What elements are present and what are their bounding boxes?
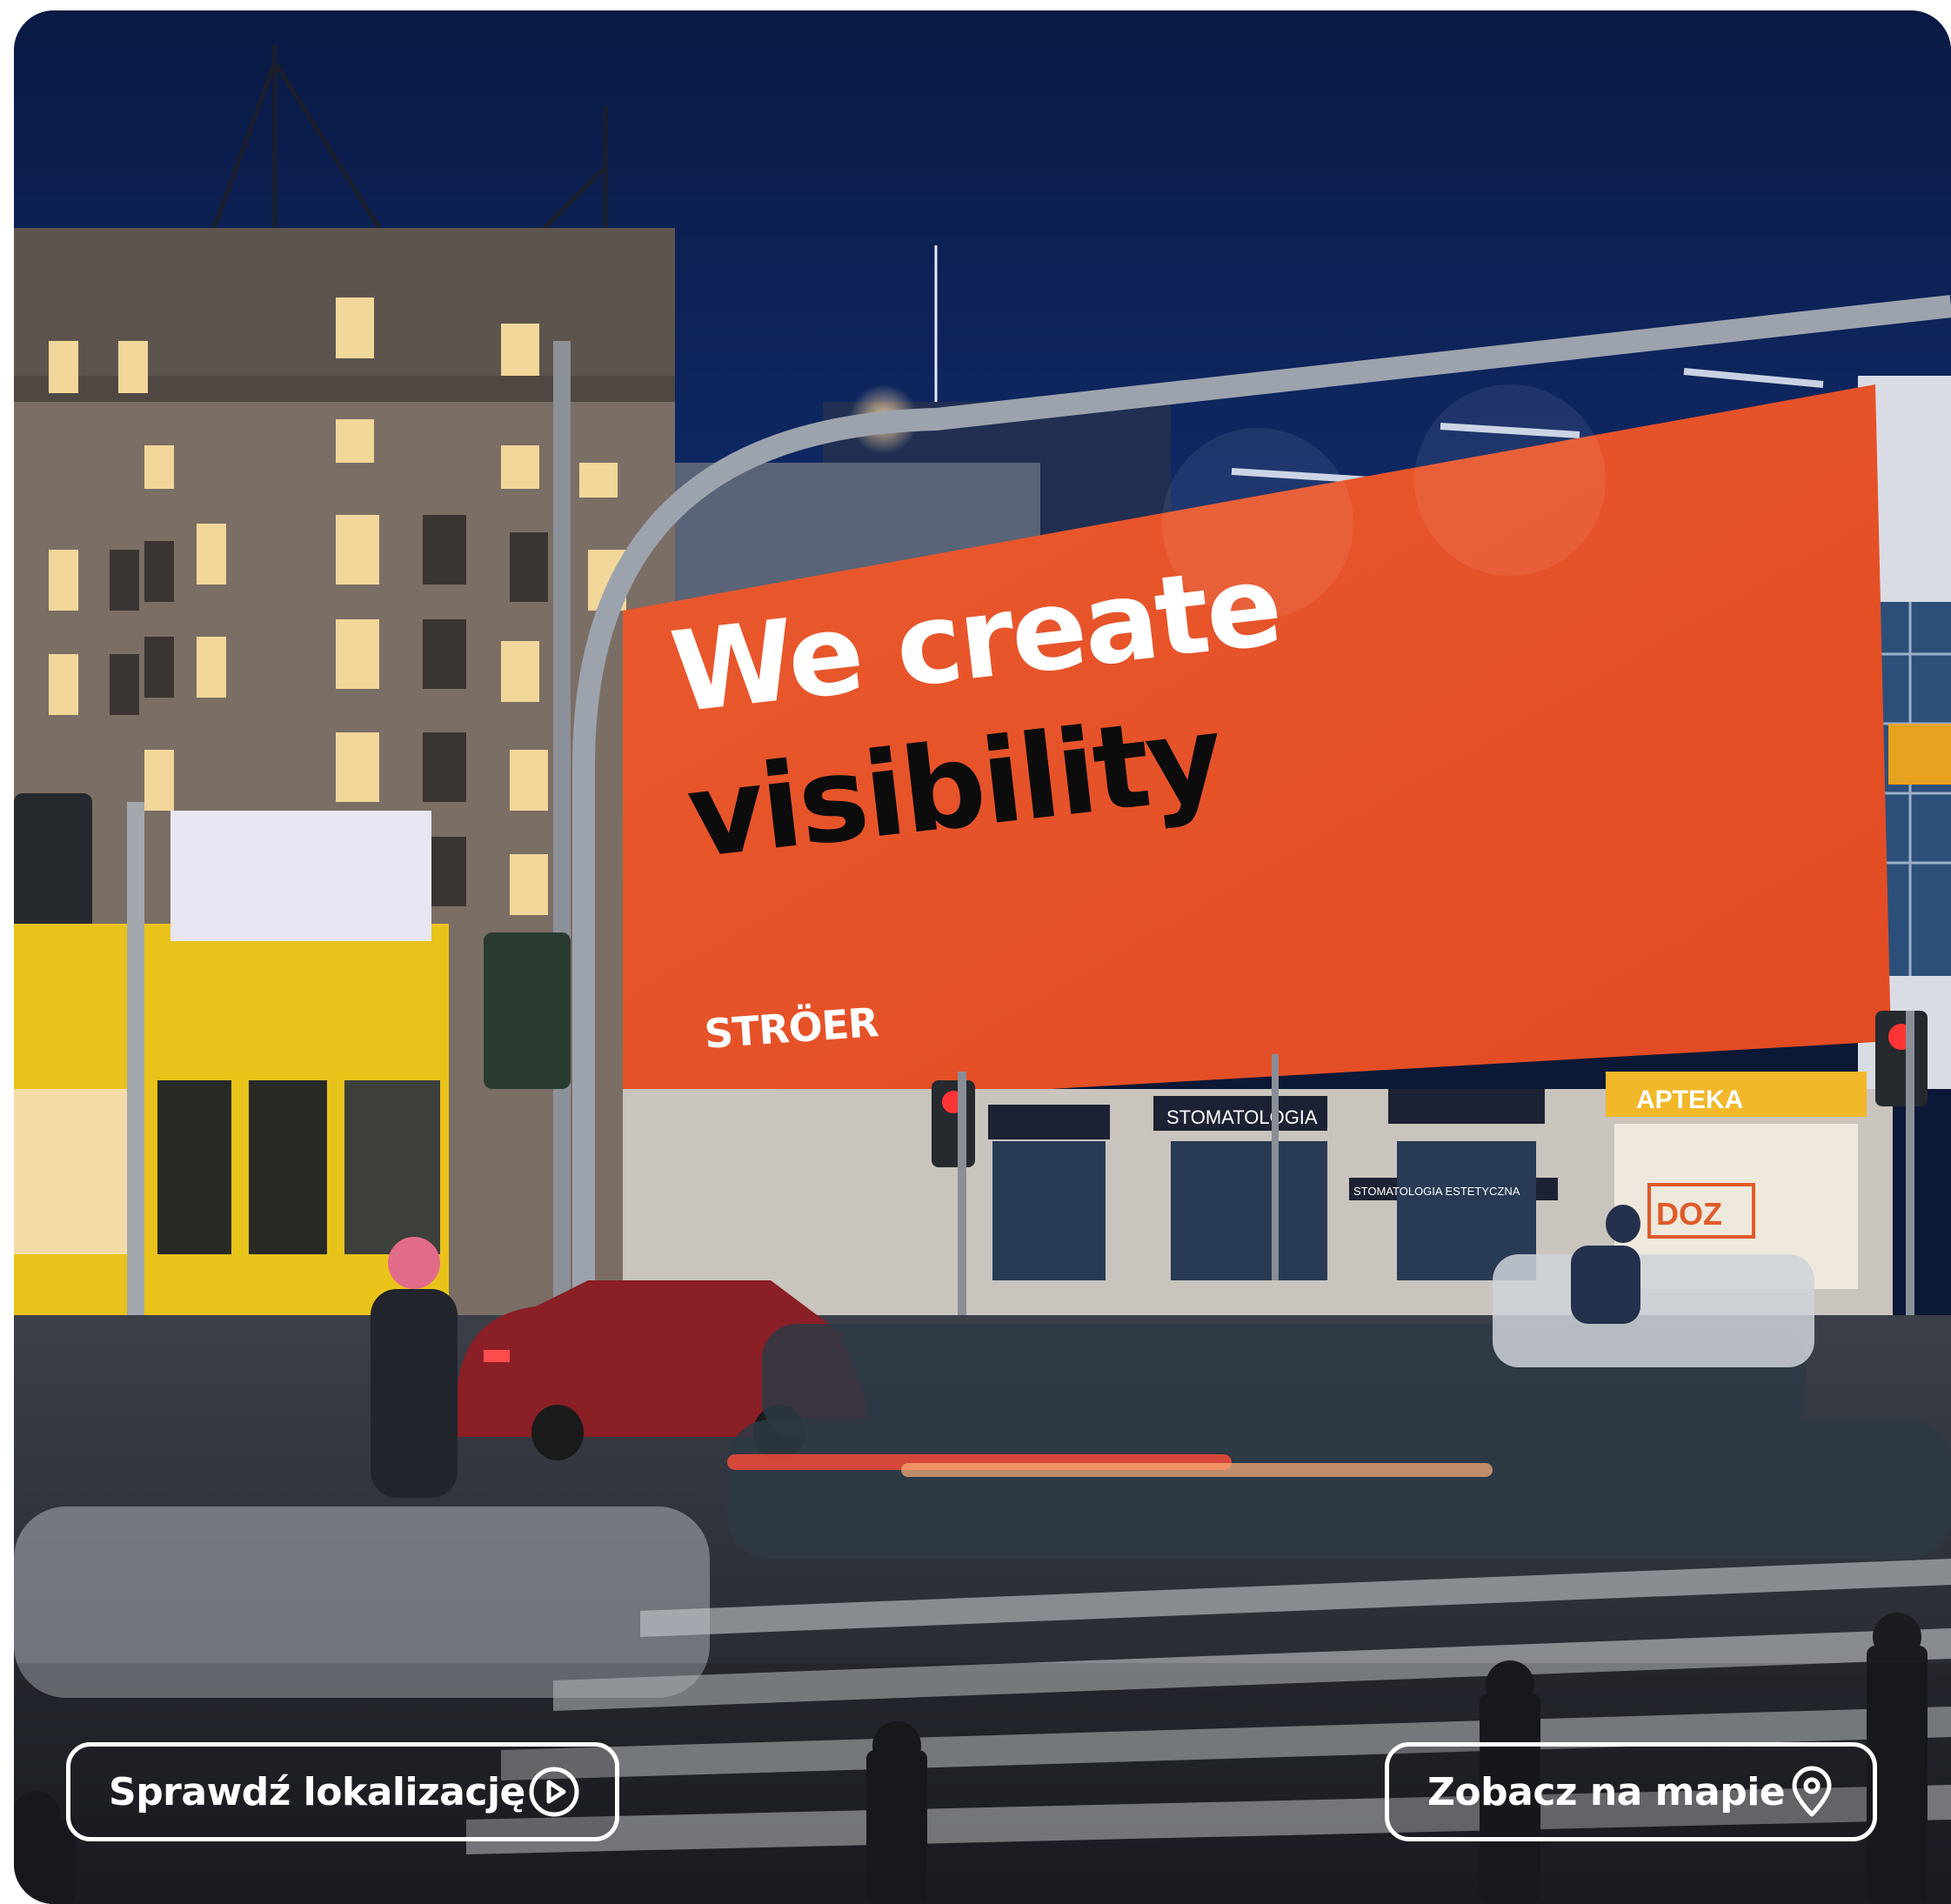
street-night-photo: DOZ APTEKA STOMATOLOGIA STOMATOLOGIA EST… bbox=[14, 10, 1951, 1904]
check-location-button[interactable]: Sprawdź lokalizację bbox=[66, 1742, 619, 1841]
check-location-label: Sprawdź lokalizację bbox=[109, 1769, 525, 1814]
svg-text:DOZ: DOZ bbox=[1656, 1196, 1722, 1232]
view-on-map-label: Zobacz na mapie bbox=[1427, 1769, 1786, 1814]
svg-text:APTEKA: APTEKA bbox=[1636, 1086, 1743, 1114]
play-circle-icon bbox=[529, 1767, 579, 1817]
hero-image-card: DOZ APTEKA STOMATOLOGIA STOMATOLOGIA EST… bbox=[14, 10, 1951, 1904]
svg-text:STOMATOLOGIA: STOMATOLOGIA bbox=[1166, 1106, 1318, 1128]
view-on-map-button[interactable]: Zobacz na mapie bbox=[1385, 1742, 1877, 1841]
map-pin-icon bbox=[1792, 1766, 1832, 1817]
svg-text:STOMATOLOGIA ESTETYCZNA: STOMATOLOGIA ESTETYCZNA bbox=[1353, 1185, 1520, 1198]
